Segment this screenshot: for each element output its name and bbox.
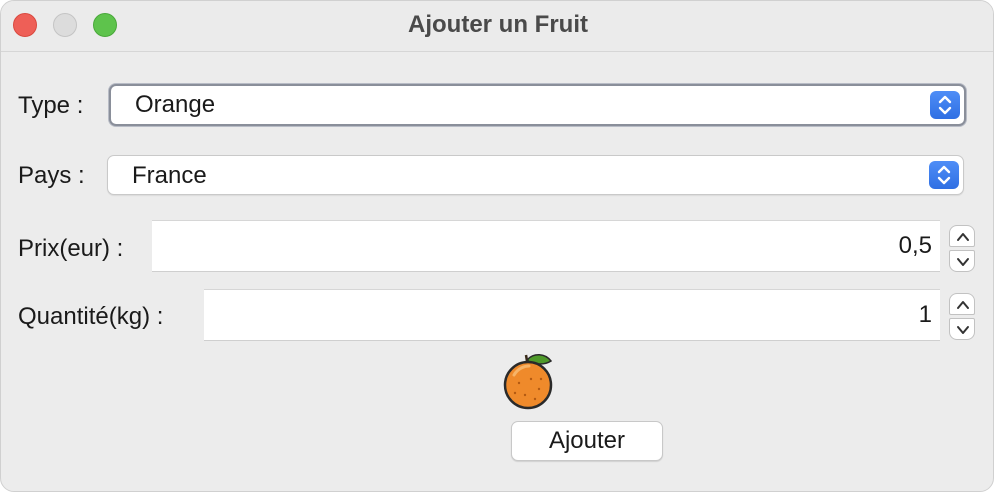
price-spinner[interactable]	[949, 225, 975, 273]
quantity-decrement-button[interactable]	[949, 318, 975, 340]
quantity-value: 1	[918, 301, 932, 328]
orange-icon	[501, 349, 557, 415]
quantity-label: Quantité(kg) :	[18, 303, 164, 330]
price-value: 0,5	[898, 232, 932, 259]
price-input[interactable]: 0,5	[152, 220, 940, 272]
chevron-down-icon	[957, 258, 969, 266]
add-button[interactable]: Ajouter	[511, 421, 663, 461]
type-combobox[interactable]: Orange	[109, 84, 966, 126]
window-title: Ajouter un Fruit	[408, 11, 588, 38]
quantity-increment-button[interactable]	[949, 293, 975, 315]
type-label: Type :	[18, 92, 84, 119]
price-label: Prix(eur) :	[18, 235, 124, 262]
country-selected-value: France	[132, 162, 207, 189]
chevron-down-icon	[957, 326, 969, 334]
quantity-spinner[interactable]	[949, 293, 975, 341]
price-increment-button[interactable]	[949, 225, 975, 247]
country-label: Pays :	[18, 162, 85, 189]
chevron-up-icon	[957, 233, 969, 241]
dialog-window: Ajouter un Fruit Type : Orange Pays : Fr…	[0, 0, 994, 492]
country-combobox[interactable]: France	[107, 155, 964, 195]
country-dropdown-arrows-icon[interactable]	[929, 161, 959, 189]
title-bar[interactable]: Ajouter un Fruit	[1, 1, 993, 52]
type-selected-value: Orange	[135, 91, 216, 118]
chevron-up-icon	[957, 301, 969, 309]
type-dropdown-arrows-icon[interactable]	[930, 91, 960, 119]
price-decrement-button[interactable]	[949, 250, 975, 272]
quantity-input[interactable]: 1	[204, 289, 940, 341]
